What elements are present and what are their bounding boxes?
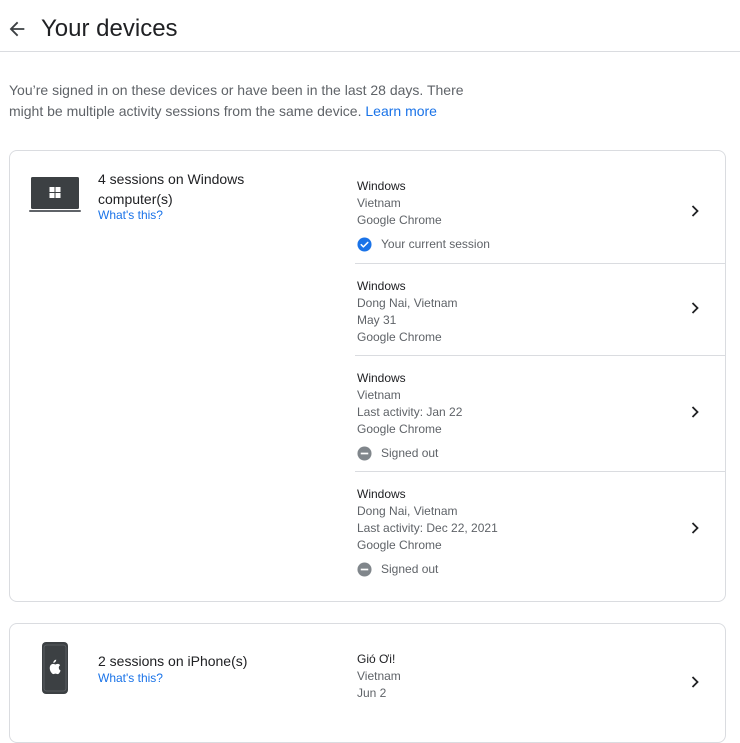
session-location: Vietnam	[357, 196, 401, 210]
minus-circle-icon	[357, 562, 372, 577]
session-location: Vietnam	[357, 669, 401, 683]
chevron-right-icon[interactable]	[689, 406, 701, 418]
back-arrow-icon[interactable]	[6, 18, 28, 40]
device-card-iphone: 2 sessions on iPhone(s) What's this? Gió…	[9, 623, 726, 743]
chevron-right-icon[interactable]	[689, 676, 701, 688]
session-status: Signed out	[357, 445, 725, 462]
intro-text: You’re signed in on these devices or hav…	[9, 80, 469, 122]
device-card-windows: 4 sessions on Windows computer(s) What's…	[9, 150, 726, 602]
session-status-text: Your current session	[381, 237, 490, 251]
whats-this-link[interactable]: What's this?	[98, 207, 163, 223]
session-location: Dong Nai, Vietnam	[357, 296, 458, 310]
chevron-right-icon[interactable]	[689, 302, 701, 314]
device-title: 2 sessions on iPhone(s)	[98, 653, 248, 669]
session-last-activity: Last activity: Dec 22, 2021	[357, 521, 498, 535]
session-os: Windows	[357, 371, 406, 385]
session-item[interactable]: Windows Vietnam Google Chrome Your curre…	[355, 151, 725, 263]
page-title: Your devices	[41, 15, 178, 42]
iphone-icon	[42, 642, 68, 694]
session-status-text: Signed out	[381, 562, 439, 576]
session-browser: Google Chrome	[357, 213, 442, 227]
session-os: Gió Ơi!	[357, 652, 396, 666]
session-os: Windows	[357, 279, 406, 293]
session-status-text: Signed out	[381, 446, 439, 460]
session-browser: Google Chrome	[357, 538, 442, 552]
learn-more-link[interactable]: Learn more	[365, 103, 437, 119]
session-item[interactable]: Windows Dong Nai, Vietnam May 31 Google …	[355, 263, 725, 355]
chevron-right-icon[interactable]	[689, 205, 701, 217]
session-os: Windows	[357, 487, 406, 501]
session-list: Windows Vietnam Google Chrome Your curre…	[355, 151, 725, 601]
device-title: 4 sessions on Windows computer(s)	[98, 171, 245, 207]
session-location: Vietnam	[357, 388, 401, 402]
check-circle-icon	[357, 237, 372, 252]
session-location: Dong Nai, Vietnam	[357, 504, 458, 518]
chevron-right-icon[interactable]	[689, 522, 701, 534]
session-item[interactable]: Gió Ơi! Vietnam Jun 2	[355, 624, 725, 734]
session-status: Your current session	[357, 236, 725, 253]
whats-this-link[interactable]: What's this?	[98, 670, 163, 686]
page-header: Your devices	[0, 0, 740, 52]
session-date: May 31	[357, 313, 397, 327]
session-item[interactable]: Windows Vietnam Last activity: Jan 22 Go…	[355, 355, 725, 471]
session-last-activity: Last activity: Jan 22	[357, 405, 463, 419]
session-browser: Google Chrome	[357, 330, 442, 344]
session-browser: Google Chrome	[357, 422, 442, 436]
session-date: Jun 2	[357, 686, 387, 700]
session-os: Windows	[357, 179, 406, 193]
session-list: Gió Ơi! Vietnam Jun 2	[355, 624, 725, 734]
session-item[interactable]: Windows Dong Nai, Vietnam Last activity:…	[355, 471, 725, 601]
laptop-windows-icon	[29, 177, 81, 212]
minus-circle-icon	[357, 446, 372, 461]
session-status: Signed out	[357, 561, 725, 578]
